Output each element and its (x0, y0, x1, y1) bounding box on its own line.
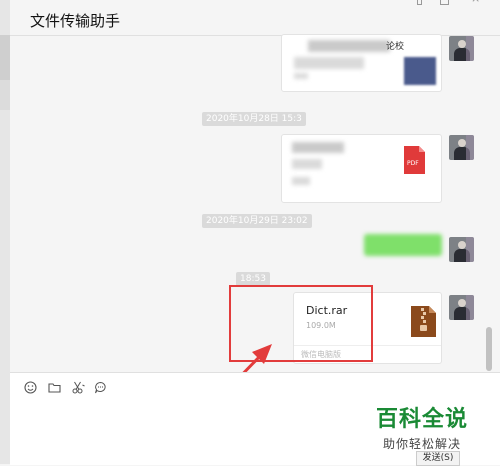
chat-title: 文件传输助手 (30, 12, 121, 30)
timestamp: 2020年10月28日 15:3 (202, 112, 306, 126)
pdf-icon: PDF (404, 146, 425, 174)
link-card-title-fragment: 论校 (386, 42, 405, 52)
rar-archive-icon (411, 306, 436, 337)
avatar[interactable] (449, 237, 474, 262)
timestamp: 18:53 (236, 272, 270, 286)
pin-icon[interactable] (413, 0, 425, 6)
chat-header: 文件传输助手 (10, 0, 500, 36)
watermark-title: 百科全说 (376, 407, 469, 432)
link-thumbnail (404, 57, 436, 85)
svg-text:PDF: PDF (407, 160, 419, 167)
watermark-subtitle: 助你轻松解决 (383, 437, 462, 451)
timestamp: 2020年10月29日 23:02 (202, 214, 312, 228)
scrollbar[interactable] (486, 327, 492, 371)
watermark-logo: 百科全说 助你轻松解决 (376, 401, 468, 452)
scissors-icon[interactable] (72, 381, 85, 394)
avatar[interactable] (449, 295, 474, 320)
avatar[interactable] (449, 36, 474, 61)
link-card-message[interactable]: 论校 (281, 34, 442, 92)
avatar[interactable] (449, 135, 474, 160)
maximize-icon[interactable] (438, 0, 450, 6)
left-panel-strip (0, 0, 10, 464)
close-icon[interactable] (470, 0, 482, 6)
text-message-sent[interactable] (364, 234, 442, 256)
folder-icon[interactable] (48, 381, 61, 394)
pdf-file-message[interactable]: PDF (281, 134, 442, 203)
chat-bubble-icon[interactable] (94, 381, 107, 394)
emoji-icon[interactable] (24, 381, 37, 394)
